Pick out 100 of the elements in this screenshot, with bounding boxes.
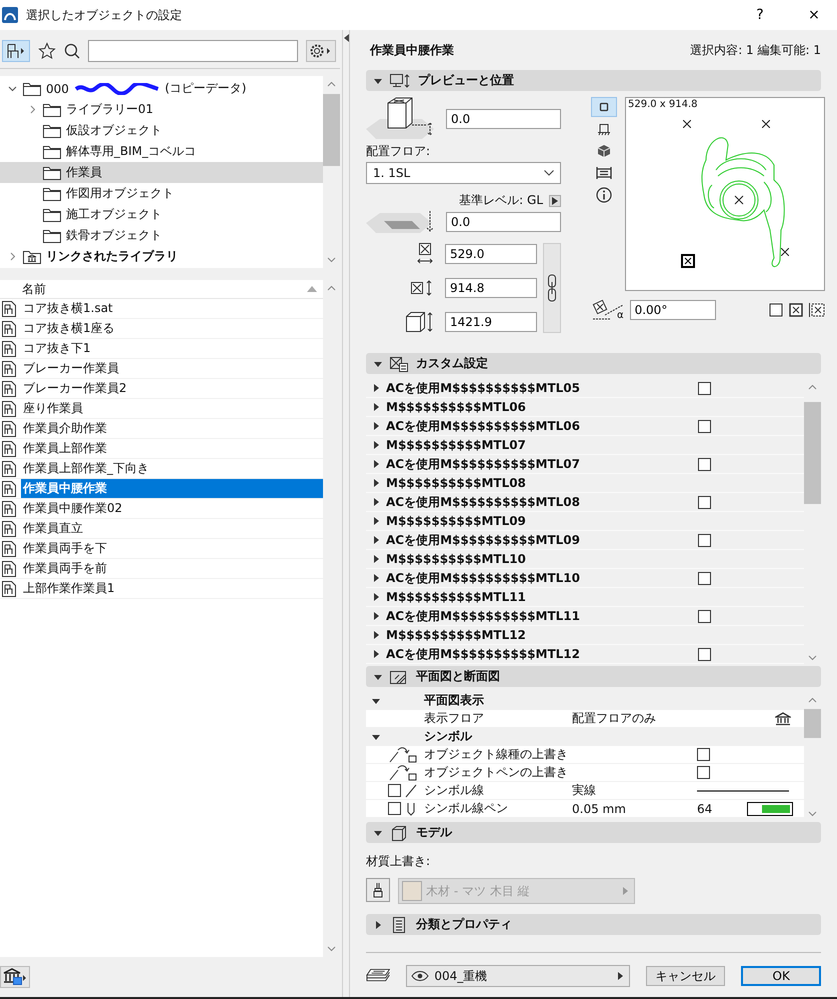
search-field[interactable] <box>88 40 298 62</box>
collapse-arrow-icon[interactable] <box>372 696 380 704</box>
expand-arrow-icon[interactable] <box>372 536 380 544</box>
object-list-item[interactable]: 上部作業作業員1 <box>0 579 323 599</box>
object-list-item[interactable]: 作業員上部作業 <box>0 439 323 459</box>
checkbox[interactable] <box>698 420 711 432</box>
star-icon[interactable] <box>38 42 56 60</box>
offset-field[interactable]: 0.0 <box>446 109 561 129</box>
checkbox[interactable] <box>698 458 711 470</box>
rotation-angle-field[interactable]: 0.00° <box>630 300 716 320</box>
depth-field[interactable]: 914.8 <box>445 278 537 298</box>
cancel-button[interactable]: キャンセル <box>646 966 726 986</box>
square-icon[interactable] <box>769 303 783 317</box>
expand-arrow-icon[interactable] <box>372 460 380 468</box>
chevron-right-icon[interactable] <box>28 105 37 114</box>
expand-arrow-icon[interactable] <box>372 422 380 430</box>
expand-arrow-icon[interactable] <box>374 920 382 928</box>
tree-item[interactable]: リンクされたライブラリ <box>0 246 323 267</box>
scroll-down-icon[interactable] <box>327 257 336 263</box>
checkbox[interactable] <box>697 748 710 761</box>
scroll-up-icon[interactable] <box>327 285 336 291</box>
chevron-right-icon[interactable] <box>8 252 17 261</box>
tree-item[interactable]: ライブラリー01 <box>0 99 323 120</box>
expand-arrow-icon[interactable] <box>372 498 380 506</box>
object-filter-button[interactable] <box>2 40 30 62</box>
object-list-item[interactable]: 作業員中腰作業02 <box>0 499 323 519</box>
settings-button[interactable] <box>306 40 336 62</box>
layer-dropdown[interactable]: 004_重機 <box>406 965 630 987</box>
expand-arrow-icon[interactable] <box>372 631 380 639</box>
expand-arrow-icon[interactable] <box>372 650 380 658</box>
dashed-boxed-cross-icon[interactable] <box>809 303 825 317</box>
tree-item[interactable]: 仮設オブジェクト <box>0 120 323 141</box>
collapse-arrow-icon[interactable] <box>374 360 382 368</box>
tree-item[interactable]: 解体専用_BIM_コベルコ <box>0 141 323 162</box>
object-list-item[interactable]: ブレーカー作業員2 <box>0 379 323 399</box>
ok-button[interactable]: OK <box>741 966 821 986</box>
checkbox[interactable] <box>698 496 711 508</box>
scroll-down-icon[interactable] <box>808 811 817 817</box>
expand-arrow-icon[interactable] <box>372 612 380 620</box>
reference-level-button[interactable] <box>549 194 561 206</box>
scroll-thumb[interactable] <box>804 402 821 504</box>
scroll-down-icon[interactable] <box>808 655 817 661</box>
checkbox[interactable] <box>697 766 710 779</box>
expand-arrow-icon[interactable] <box>372 593 380 601</box>
expand-arrow-icon[interactable] <box>372 517 380 525</box>
checkbox[interactable] <box>388 784 401 797</box>
tree-item[interactable]: 000 (コピーデータ) <box>0 78 323 99</box>
expand-arrow-icon[interactable] <box>372 574 380 582</box>
expand-arrow-icon[interactable] <box>372 441 380 449</box>
chevron-down-icon[interactable] <box>8 84 17 93</box>
expand-arrow-icon[interactable] <box>372 384 380 392</box>
object-list-item[interactable]: 座り作業員 <box>0 399 323 419</box>
object-list-item[interactable]: コア抜き横1座る <box>0 319 323 339</box>
section-header[interactable]: カスタム設定 <box>366 353 821 374</box>
proportion-lock-button[interactable] <box>543 243 561 333</box>
object-list-item[interactable]: コア抜き横1.sat <box>0 299 323 319</box>
collapse-arrow-icon[interactable] <box>374 76 382 84</box>
scroll-up-icon[interactable] <box>808 697 817 703</box>
object-list-item[interactable]: 作業員介助作業 <box>0 419 323 439</box>
expand-arrow-icon[interactable] <box>372 479 380 487</box>
column-header[interactable]: 名前 <box>0 280 323 299</box>
object-list-item[interactable]: コア抜き下1 <box>0 339 323 359</box>
floor-dropdown[interactable]: 1. 1SL <box>366 162 561 184</box>
checkbox[interactable] <box>698 572 711 584</box>
section-header[interactable]: プレビューと位置 <box>366 70 821 91</box>
scroll-thumb[interactable] <box>323 94 340 166</box>
checkbox[interactable] <box>388 802 401 815</box>
collapse-arrow-icon[interactable] <box>372 732 380 740</box>
checkbox[interactable] <box>698 534 711 546</box>
material-override-button[interactable] <box>366 878 390 902</box>
collapse-arrow-icon[interactable] <box>374 672 382 680</box>
library-manager-button[interactable] <box>0 966 30 988</box>
height-field[interactable]: 1421.9 <box>445 312 537 332</box>
tree-item[interactable]: 施工オブジェクト <box>0 204 323 225</box>
width-field[interactable]: 529.0 <box>445 244 537 264</box>
collapse-panel-icon[interactable] <box>344 34 348 42</box>
scroll-up-icon[interactable] <box>327 81 336 87</box>
expand-arrow-icon[interactable] <box>372 555 380 563</box>
search-icon[interactable] <box>64 43 80 59</box>
section-header[interactable]: 分類とプロパティ <box>366 914 821 935</box>
boxed-cross-icon[interactable] <box>789 303 803 317</box>
section-header[interactable]: 平面図と断面図 <box>366 666 821 687</box>
checkbox[interactable] <box>698 648 711 660</box>
tree-item[interactable]: 作業員 <box>0 162 323 183</box>
object-list-item[interactable]: 作業員直立 <box>0 519 323 539</box>
object-list-item[interactable]: 作業員両手を下 <box>0 539 323 559</box>
scroll-up-icon[interactable] <box>808 384 817 390</box>
object-list-item[interactable]: 作業員両手を前 <box>0 559 323 579</box>
object-list-item[interactable]: ブレーカー作業員 <box>0 359 323 379</box>
pen-color-swatch[interactable] <box>747 802 793 816</box>
scroll-thumb[interactable] <box>804 708 821 738</box>
folder-icon <box>43 208 61 222</box>
checkbox[interactable] <box>698 610 711 622</box>
view-mode-button[interactable] <box>591 97 617 117</box>
checkbox[interactable] <box>698 382 711 394</box>
tree-item[interactable]: 作図用オブジェクト <box>0 183 323 204</box>
elevation-field[interactable]: 0.0 <box>446 212 561 232</box>
scroll-down-icon[interactable] <box>327 946 336 952</box>
tree-item[interactable]: 鉄骨オブジェクト <box>0 225 323 246</box>
expand-arrow-icon[interactable] <box>372 403 380 411</box>
